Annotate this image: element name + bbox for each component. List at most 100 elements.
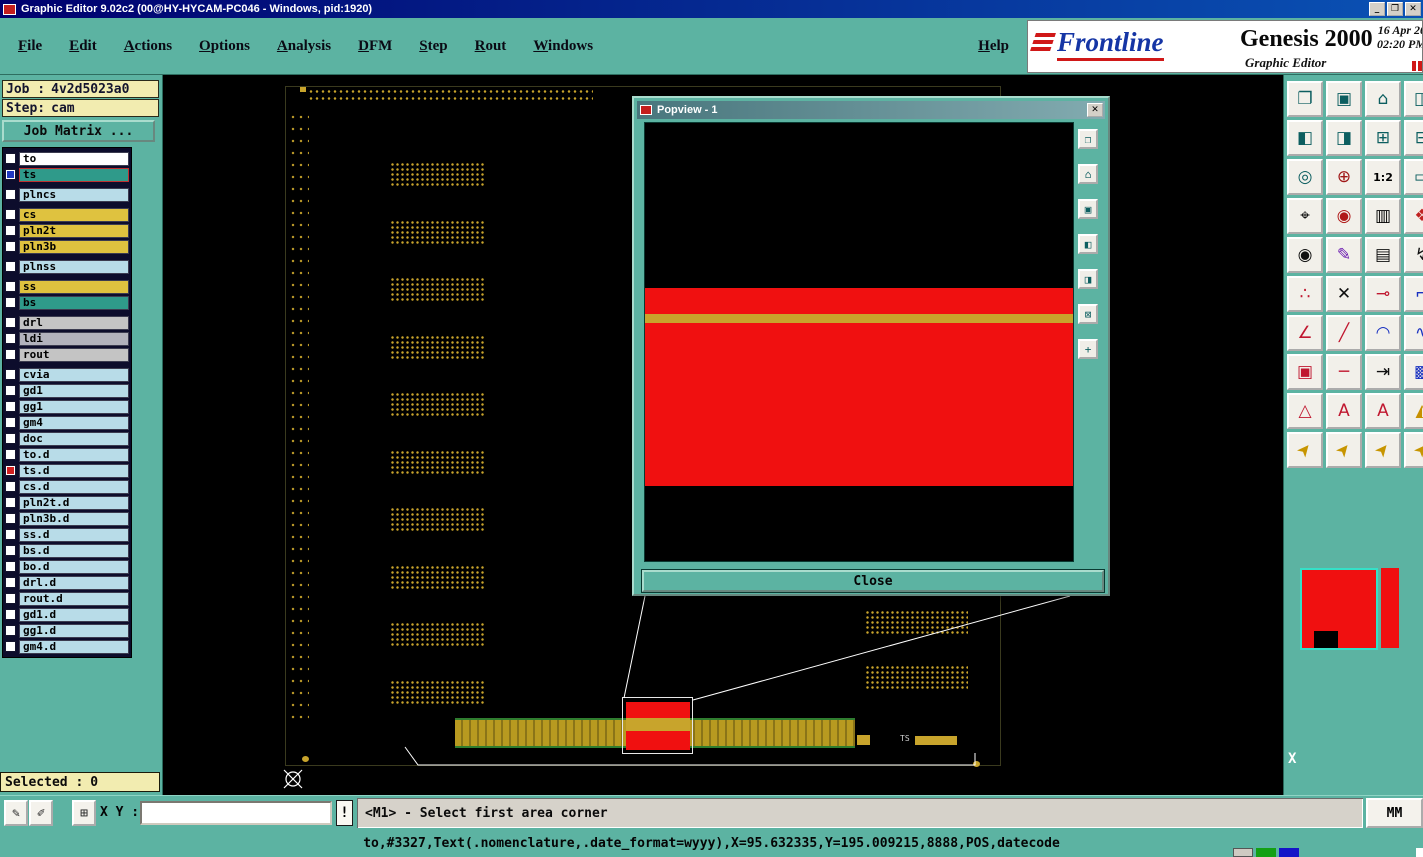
layer-checkbox-pln3b.d[interactable] bbox=[5, 513, 16, 524]
measure-tool-button[interactable]: ✐ bbox=[29, 800, 53, 826]
taskbar-item[interactable] bbox=[1279, 848, 1299, 857]
tool-tri-solid[interactable]: ◭ bbox=[1404, 393, 1423, 429]
layer-label-pln3b[interactable]: pln3b bbox=[19, 239, 129, 254]
tool-tab-move[interactable]: ⇥ bbox=[1365, 354, 1401, 390]
taskbar-item[interactable] bbox=[1256, 848, 1276, 857]
maximize-button[interactable]: ❐ bbox=[1387, 2, 1403, 16]
tool-cursor-2[interactable]: ➤ bbox=[1326, 432, 1362, 468]
popview-home-view-button[interactable]: ⌂ bbox=[1078, 164, 1098, 184]
layer-label-plncs[interactable]: plncs bbox=[19, 187, 129, 202]
layer-checkbox-ldi[interactable] bbox=[5, 333, 16, 344]
popview-titlebar[interactable]: Popview - 1 ✕ bbox=[637, 101, 1105, 119]
layer-label-doc[interactable]: doc bbox=[19, 431, 129, 446]
layer-label-gg1.d[interactable]: gg1.d bbox=[19, 623, 129, 638]
tool-arc[interactable]: ◠ bbox=[1365, 315, 1401, 351]
popview-pan-move-button[interactable]: + bbox=[1078, 339, 1098, 359]
menu-help[interactable]: Help bbox=[978, 38, 1009, 55]
tool-cursor-4[interactable]: ➤ bbox=[1404, 432, 1423, 468]
taskbar-item[interactable] bbox=[1233, 848, 1253, 857]
window-titlebar[interactable]: Graphic Editor 9.02c2 (00@HY-HYCAM-PC046… bbox=[0, 0, 1423, 18]
layer-checkbox-rout.d[interactable] bbox=[5, 593, 16, 604]
popview-pan-left-button[interactable]: ◧ bbox=[1078, 234, 1098, 254]
layer-checkbox-cs[interactable] bbox=[5, 209, 16, 220]
layer-label-ldi[interactable]: ldi bbox=[19, 331, 129, 346]
layer-checkbox-ts.d[interactable] bbox=[5, 465, 16, 476]
menu-file[interactable]: File bbox=[18, 38, 42, 55]
layer-label-plnss[interactable]: plnss bbox=[19, 259, 129, 274]
tool-zoom-target[interactable]: ⊕ bbox=[1326, 159, 1362, 195]
layer-checkbox-doc[interactable] bbox=[5, 433, 16, 444]
tool-comb[interactable]: ▤ bbox=[1365, 237, 1401, 273]
layer-label-bs[interactable]: bs bbox=[19, 295, 129, 310]
tool-view-window[interactable]: ◫ bbox=[1404, 81, 1423, 117]
layer-label-gd1.d[interactable]: gd1.d bbox=[19, 607, 129, 622]
layer-label-bs.d[interactable]: bs.d bbox=[19, 543, 129, 558]
layer-checkbox-bs[interactable] bbox=[5, 297, 16, 308]
layer-checkbox-pln2t[interactable] bbox=[5, 225, 16, 236]
layer-checkbox-pln2t.d[interactable] bbox=[5, 497, 16, 508]
layer-checkbox-gg1.d[interactable] bbox=[5, 625, 16, 636]
layer-label-gg1[interactable]: gg1 bbox=[19, 399, 129, 414]
layer-label-ss[interactable]: ss bbox=[19, 279, 129, 294]
layer-checkbox-ss.d[interactable] bbox=[5, 529, 16, 540]
menu-step[interactable]: Step bbox=[419, 38, 447, 55]
minimap-red-area[interactable] bbox=[1300, 568, 1378, 650]
popview-zoom-fit-button[interactable]: ⊠ bbox=[1078, 304, 1098, 324]
popview-close-icon[interactable]: ✕ bbox=[1087, 103, 1103, 117]
alert-button[interactable]: ! bbox=[336, 800, 353, 826]
sketch-tool-button[interactable]: ✎ bbox=[4, 800, 28, 826]
tool-corner[interactable]: ⌐ bbox=[1404, 276, 1423, 312]
layer-label-rout.d[interactable]: rout.d bbox=[19, 591, 129, 606]
layer-label-gm4.d[interactable]: gm4.d bbox=[19, 639, 129, 654]
tool-zoom-in[interactable]: ⊞ bbox=[1365, 120, 1401, 156]
layer-label-gm4[interactable]: gm4 bbox=[19, 415, 129, 430]
menu-analysis[interactable]: Analysis bbox=[277, 38, 331, 55]
units-button[interactable]: MM bbox=[1366, 798, 1423, 828]
layer-checkbox-pln3b[interactable] bbox=[5, 241, 16, 252]
popview-canvas[interactable] bbox=[644, 122, 1074, 562]
tool-text-a2[interactable]: A bbox=[1365, 393, 1401, 429]
tool-angle[interactable]: ∠ bbox=[1287, 315, 1323, 351]
menu-windows[interactable]: Windows bbox=[533, 38, 593, 55]
layer-checkbox-drl[interactable] bbox=[5, 317, 16, 328]
tool-cursor-3[interactable]: ➤ bbox=[1365, 432, 1401, 468]
menu-edit[interactable]: Edit bbox=[69, 38, 97, 55]
tool-flash[interactable]: ↯ bbox=[1404, 237, 1423, 273]
tool-view-home[interactable]: ⌂ bbox=[1365, 81, 1401, 117]
layer-label-to[interactable]: to bbox=[19, 151, 129, 166]
tool-pan-left[interactable]: ◧ bbox=[1287, 120, 1323, 156]
layer-checkbox-plnss[interactable] bbox=[5, 261, 16, 272]
tool-line-horiz[interactable]: ─ bbox=[1326, 354, 1362, 390]
tool-text-a[interactable]: A bbox=[1326, 393, 1362, 429]
layer-label-drl.d[interactable]: drl.d bbox=[19, 575, 129, 590]
menu-rout[interactable]: Rout bbox=[475, 38, 507, 55]
layer-checkbox-bs.d[interactable] bbox=[5, 545, 16, 556]
layer-checkbox-cvia[interactable] bbox=[5, 369, 16, 380]
layer-label-ts.d[interactable]: ts.d bbox=[19, 463, 129, 478]
popview-pan-right-button[interactable]: ◨ bbox=[1078, 269, 1098, 289]
close-button[interactable]: ✕ bbox=[1405, 2, 1421, 16]
layer-checkbox-rout[interactable] bbox=[5, 349, 16, 360]
layer-checkbox-gm4[interactable] bbox=[5, 417, 16, 428]
layer-checkbox-gd1.d[interactable] bbox=[5, 609, 16, 620]
menu-options[interactable]: Options bbox=[199, 38, 250, 55]
tool-zoom-out[interactable]: ⊟ bbox=[1404, 120, 1423, 156]
layer-label-pln3b.d[interactable]: pln3b.d bbox=[19, 511, 129, 526]
layer-checkbox-to[interactable] bbox=[5, 153, 16, 164]
tool-pencil[interactable]: ✎ bbox=[1326, 237, 1362, 273]
popview-screen-view-button[interactable]: ▣ bbox=[1078, 199, 1098, 219]
layer-checkbox-gm4.d[interactable] bbox=[5, 641, 16, 652]
tool-scale-1-2[interactable]: 1:2 bbox=[1365, 159, 1401, 195]
layer-checkbox-ts[interactable] bbox=[5, 169, 16, 180]
layer-label-pln2t[interactable]: pln2t bbox=[19, 223, 129, 238]
layer-label-bo.d[interactable]: bo.d bbox=[19, 559, 129, 574]
xy-input[interactable] bbox=[140, 801, 332, 825]
layer-checkbox-bo.d[interactable] bbox=[5, 561, 16, 572]
tool-cursor-1[interactable]: ➤ bbox=[1287, 432, 1323, 468]
job-matrix-button[interactable]: Job Matrix ... bbox=[2, 120, 155, 142]
layer-label-pln2t.d[interactable]: pln2t.d bbox=[19, 495, 129, 510]
layer-checkbox-gg1[interactable] bbox=[5, 401, 16, 412]
menu-actions[interactable]: Actions bbox=[124, 38, 172, 55]
tool-ruler[interactable]: ▥ bbox=[1365, 198, 1401, 234]
tool-delete[interactable]: ✕ bbox=[1326, 276, 1362, 312]
